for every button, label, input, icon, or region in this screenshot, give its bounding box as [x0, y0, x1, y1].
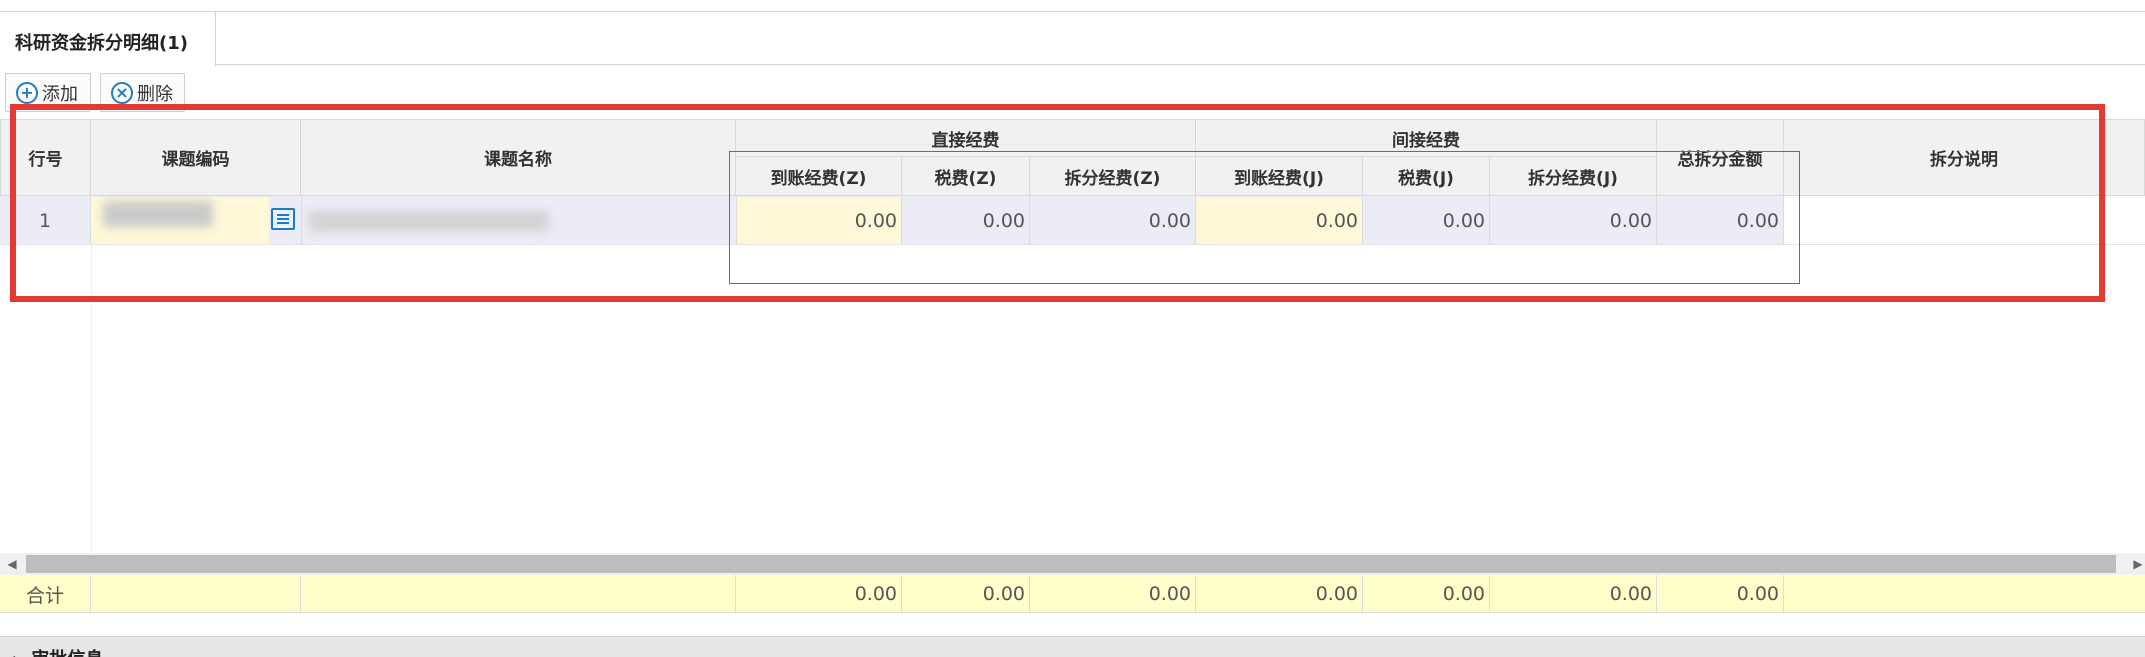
approval-info-section[interactable]: › 审批信息	[0, 636, 2145, 657]
tab-research-split[interactable]: 科研资金拆分明细(1)	[0, 12, 216, 66]
scroll-left-icon[interactable]: ◀	[5, 555, 19, 573]
scrollbar-thumb[interactable]	[26, 555, 2116, 573]
totals-split-j: 0.00	[1490, 575, 1657, 613]
approval-info-label: 审批信息	[31, 649, 103, 657]
totals-tax-j: 0.00	[1363, 575, 1490, 613]
totals-tax-z: 0.00	[902, 575, 1030, 613]
top-border	[0, 0, 2145, 12]
delete-button-label: 删除	[137, 83, 173, 105]
tab-bar	[0, 12, 2145, 65]
totals-project-code	[91, 575, 301, 613]
chevron-right-icon: ›	[12, 649, 19, 657]
x-circle-icon: ×	[111, 81, 133, 104]
totals-arrived-z: 0.00	[736, 575, 902, 613]
totals-split-z: 0.00	[1030, 575, 1196, 613]
totals-label: 合计	[0, 575, 91, 613]
totals-project-name	[301, 575, 736, 613]
plus-circle-icon: +	[16, 81, 38, 104]
add-button-label: 添加	[42, 83, 78, 105]
scroll-right-icon[interactable]: ▶	[2131, 555, 2145, 573]
highlight-box-amounts	[729, 151, 1800, 284]
totals-arrived-j: 0.00	[1196, 575, 1363, 613]
totals-total-split: 0.00	[1657, 575, 1784, 613]
